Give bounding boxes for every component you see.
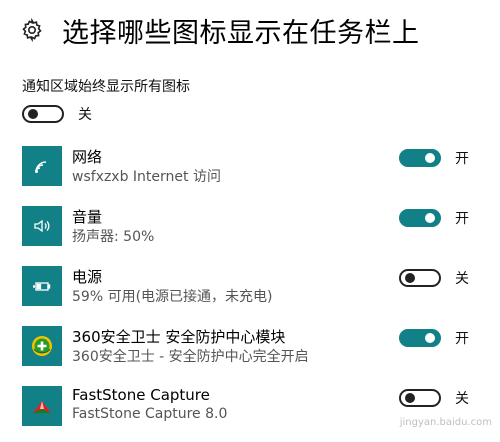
faststone-icon	[22, 386, 62, 426]
list-item: FastStone Capture FastStone Capture 8.0 …	[22, 382, 482, 442]
item-toggle[interactable]	[399, 389, 441, 407]
item-toggle[interactable]	[399, 209, 441, 227]
always-show-label: 通知区域始终显示所有图标	[22, 79, 190, 95]
list-item: 网络 wsfxzxb Internet 访问 开	[22, 142, 482, 202]
toggle-knob	[405, 393, 415, 403]
list-item: 电源 59% 可用(电源已接通，未充电) 关	[22, 262, 482, 322]
item-state: 开	[455, 151, 469, 167]
item-name: 音量	[72, 208, 103, 226]
item-setting: 开	[399, 208, 469, 228]
item-name: FastStone Capture	[72, 386, 210, 404]
watermark: jingyan.baidu.com	[399, 417, 492, 428]
toggle-knob	[425, 213, 435, 223]
item-toggle[interactable]	[399, 149, 441, 167]
item-state: 关	[455, 271, 469, 287]
toggle-knob	[405, 273, 415, 283]
item-state: 关	[455, 391, 469, 407]
gear-icon[interactable]	[20, 18, 44, 42]
item-state: 开	[455, 331, 469, 347]
item-toggle[interactable]	[399, 269, 441, 287]
item-setting: 开	[399, 148, 469, 168]
item-state: 开	[455, 211, 469, 227]
item-description: FastStone Capture 8.0	[72, 406, 228, 422]
battery-icon	[22, 266, 62, 306]
item-name: 360安全卫士 安全防护中心模块	[72, 328, 286, 346]
always-show-setting: 关	[22, 104, 92, 124]
item-description: 59% 可用(电源已接通，未充电)	[72, 289, 273, 305]
toggle-knob	[425, 153, 435, 163]
speaker-icon	[22, 206, 62, 246]
item-setting: 开	[399, 328, 469, 348]
item-toggle[interactable]	[399, 329, 441, 347]
toggle-knob	[28, 109, 38, 119]
360-shield-icon	[22, 326, 62, 366]
item-description: wsfxzxb Internet 访问	[72, 169, 221, 185]
wifi-icon	[22, 146, 62, 186]
list-item: 音量 扬声器: 50% 开	[22, 202, 482, 262]
always-show-state: 关	[78, 107, 92, 123]
icon-list: 网络 wsfxzxb Internet 访问 开 音量 扬声器: 50% 开 电…	[22, 142, 482, 442]
toggle-knob	[425, 333, 435, 343]
page-header: 选择哪些图标显示在任务栏上	[20, 10, 420, 50]
always-show-toggle[interactable]	[22, 105, 64, 123]
item-description: 扬声器: 50%	[72, 229, 155, 245]
item-name: 网络	[72, 148, 103, 166]
page-title: 选择哪些图标显示在任务栏上	[62, 17, 420, 49]
item-description: 360安全卫士 - 安全防护中心完全开启	[72, 349, 309, 365]
list-item: 360安全卫士 安全防护中心模块 360安全卫士 - 安全防护中心完全开启 开	[22, 322, 482, 382]
item-name: 电源	[72, 268, 103, 286]
item-setting: 关	[399, 388, 469, 408]
item-setting: 关	[399, 268, 469, 288]
